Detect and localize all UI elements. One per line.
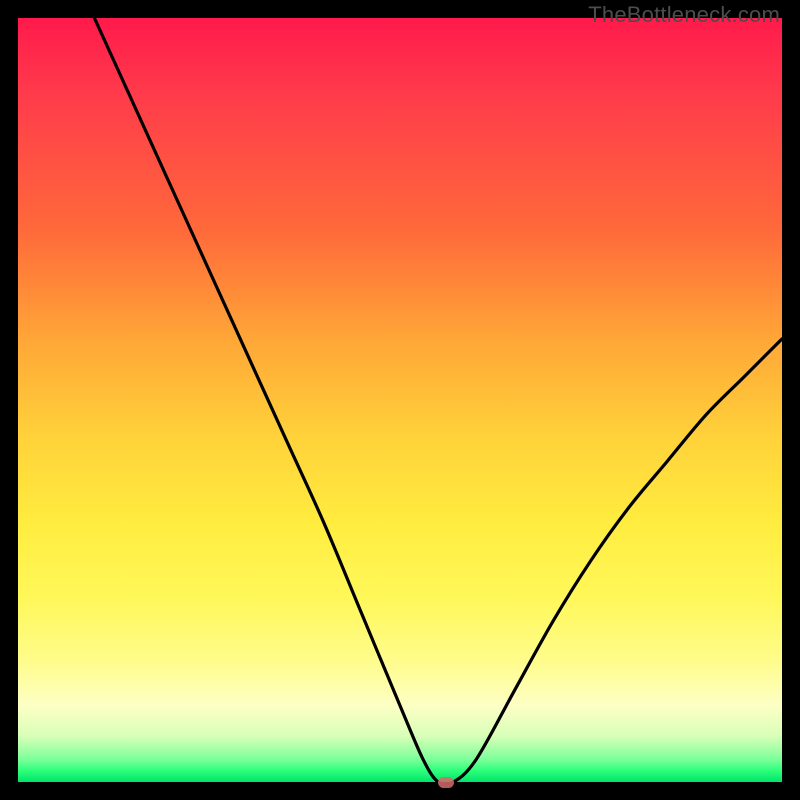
watermark-text: TheBottleneck.com	[588, 2, 780, 28]
bottleneck-curve	[18, 18, 782, 782]
chart-frame: TheBottleneck.com	[0, 0, 800, 800]
plot-area	[18, 18, 782, 782]
optimal-point-marker	[438, 777, 454, 788]
